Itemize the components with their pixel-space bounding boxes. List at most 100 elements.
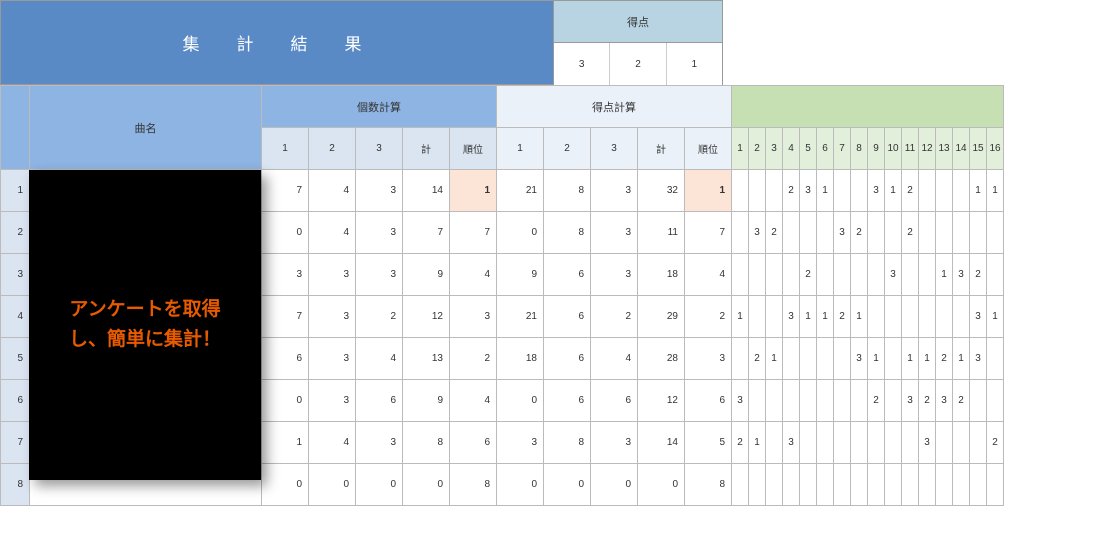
detail-cell[interactable]: 2: [800, 254, 817, 296]
count-cell[interactable]: 1: [450, 170, 497, 212]
count-cell[interactable]: 9: [403, 254, 450, 296]
detail-cell[interactable]: [749, 464, 766, 506]
count-cell[interactable]: 7: [262, 170, 309, 212]
score-cell[interactable]: 5: [685, 422, 732, 464]
score-cell[interactable]: 12: [638, 380, 685, 422]
score-cell[interactable]: 3: [497, 422, 544, 464]
detail-cell[interactable]: 2: [936, 338, 953, 380]
detail-cell[interactable]: [953, 422, 970, 464]
detail-cell[interactable]: 1: [868, 338, 885, 380]
count-cell[interactable]: 7: [262, 296, 309, 338]
detail-cell[interactable]: 1: [800, 296, 817, 338]
detail-cell[interactable]: [766, 170, 783, 212]
detail-cell[interactable]: [851, 254, 868, 296]
detail-cell[interactable]: 3: [783, 296, 800, 338]
detail-cell[interactable]: 2: [919, 380, 936, 422]
detail-cell[interactable]: [834, 254, 851, 296]
detail-cell[interactable]: 2: [868, 380, 885, 422]
detail-cell[interactable]: [851, 380, 868, 422]
score-cell[interactable]: 6: [685, 380, 732, 422]
count-cell[interactable]: 7: [450, 212, 497, 254]
detail-cell[interactable]: [766, 422, 783, 464]
detail-cell[interactable]: [987, 338, 1004, 380]
score-cell[interactable]: 3: [685, 338, 732, 380]
detail-cell[interactable]: [885, 296, 902, 338]
detail-cell[interactable]: 1: [817, 296, 834, 338]
detail-cell[interactable]: [783, 212, 800, 254]
detail-cell[interactable]: [953, 212, 970, 254]
count-cell[interactable]: 12: [403, 296, 450, 338]
detail-cell[interactable]: 1: [970, 170, 987, 212]
score-cell[interactable]: 0: [497, 212, 544, 254]
detail-cell[interactable]: 3: [970, 296, 987, 338]
detail-cell[interactable]: [885, 380, 902, 422]
detail-cell[interactable]: 3: [936, 380, 953, 422]
detail-cell[interactable]: [732, 464, 749, 506]
count-cell[interactable]: 3: [309, 254, 356, 296]
detail-cell[interactable]: 2: [783, 170, 800, 212]
detail-cell[interactable]: 1: [732, 296, 749, 338]
detail-cell[interactable]: [800, 212, 817, 254]
score-cell[interactable]: 1: [685, 170, 732, 212]
detail-cell[interactable]: [902, 296, 919, 338]
detail-cell[interactable]: 3: [885, 254, 902, 296]
count-cell[interactable]: 3: [309, 380, 356, 422]
score-cell[interactable]: 0: [591, 464, 638, 506]
detail-cell[interactable]: 1: [987, 170, 1004, 212]
detail-cell[interactable]: [834, 422, 851, 464]
detail-cell[interactable]: [902, 254, 919, 296]
detail-cell[interactable]: 3: [919, 422, 936, 464]
score-cell[interactable]: 3: [591, 212, 638, 254]
detail-cell[interactable]: [766, 380, 783, 422]
score-cell[interactable]: 3: [591, 422, 638, 464]
detail-cell[interactable]: [800, 338, 817, 380]
detail-cell[interactable]: 1: [902, 338, 919, 380]
count-cell[interactable]: 8: [403, 422, 450, 464]
count-cell[interactable]: 8: [450, 464, 497, 506]
detail-cell[interactable]: [953, 296, 970, 338]
count-cell[interactable]: 7: [403, 212, 450, 254]
count-cell[interactable]: 4: [450, 380, 497, 422]
score-cell[interactable]: 21: [497, 296, 544, 338]
detail-cell[interactable]: [987, 464, 1004, 506]
detail-cell[interactable]: [936, 464, 953, 506]
detail-cell[interactable]: [953, 464, 970, 506]
score-cell[interactable]: 3: [591, 254, 638, 296]
detail-cell[interactable]: [987, 380, 1004, 422]
detail-cell[interactable]: [732, 212, 749, 254]
count-cell[interactable]: 3: [309, 296, 356, 338]
detail-cell[interactable]: 1: [953, 338, 970, 380]
detail-cell[interactable]: [732, 170, 749, 212]
score-cell[interactable]: 29: [638, 296, 685, 338]
detail-cell[interactable]: 1: [851, 296, 868, 338]
detail-cell[interactable]: [902, 464, 919, 506]
score-cell[interactable]: 8: [544, 170, 591, 212]
detail-cell[interactable]: [732, 254, 749, 296]
count-cell[interactable]: 4: [450, 254, 497, 296]
detail-cell[interactable]: [919, 254, 936, 296]
detail-cell[interactable]: 1: [936, 254, 953, 296]
detail-cell[interactable]: 1: [817, 170, 834, 212]
detail-cell[interactable]: 1: [919, 338, 936, 380]
detail-cell[interactable]: [817, 464, 834, 506]
score-cell[interactable]: 7: [685, 212, 732, 254]
count-cell[interactable]: 0: [309, 464, 356, 506]
detail-cell[interactable]: [766, 464, 783, 506]
detail-cell[interactable]: 3: [851, 338, 868, 380]
detail-cell[interactable]: 2: [732, 422, 749, 464]
detail-cell[interactable]: [885, 338, 902, 380]
detail-cell[interactable]: 1: [885, 170, 902, 212]
score-cell[interactable]: 0: [638, 464, 685, 506]
score-cell[interactable]: 8: [685, 464, 732, 506]
count-cell[interactable]: 0: [403, 464, 450, 506]
detail-cell[interactable]: [953, 170, 970, 212]
detail-cell[interactable]: [868, 212, 885, 254]
score-cell[interactable]: 9: [497, 254, 544, 296]
detail-cell[interactable]: 2: [970, 254, 987, 296]
detail-cell[interactable]: [783, 338, 800, 380]
detail-cell[interactable]: 2: [766, 212, 783, 254]
count-cell[interactable]: 9: [403, 380, 450, 422]
score-cell[interactable]: 6: [544, 254, 591, 296]
detail-cell[interactable]: 3: [953, 254, 970, 296]
detail-cell[interactable]: [749, 380, 766, 422]
